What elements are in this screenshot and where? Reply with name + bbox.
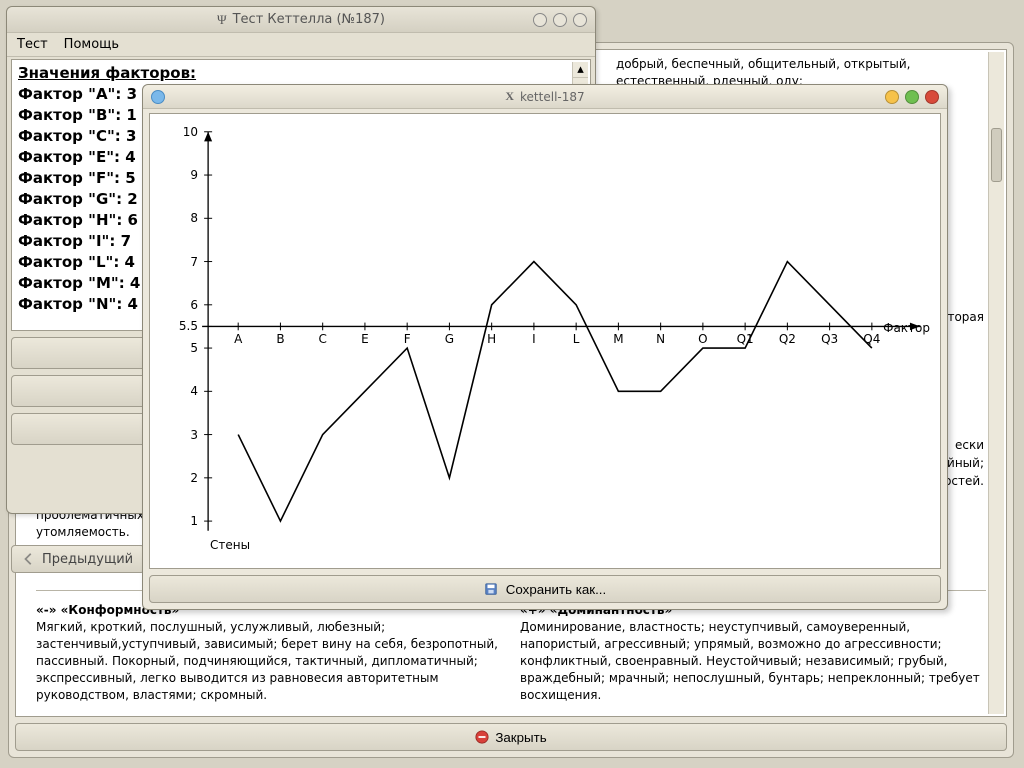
main-titlebar[interactable]: Ψ Тест Кеттелла (№187) [7, 7, 595, 33]
window-close[interactable] [573, 13, 587, 27]
x-tick-label: I [532, 332, 536, 346]
x-tick-label: Q4 [863, 332, 880, 346]
x-tick-label: Q2 [779, 332, 796, 346]
stop-icon [475, 730, 489, 744]
chart-window: X kettell-187 Фактор Стены 1 2 3 4 5 5.5 6 7 8 9 1… [142, 84, 948, 610]
y-tick-label: 5 [174, 341, 198, 355]
main-menubar: Тест Помощь [7, 33, 595, 57]
dominance-column: «+» «Доминантность» Доминирование, власт… [520, 602, 986, 704]
y-axis-label: Стены [210, 538, 250, 552]
x-tick-label: A [234, 332, 242, 346]
x-tick-label: O [698, 332, 707, 346]
x-tick-label: F [404, 332, 411, 346]
dominance-body: Доминирование, властность; неуступчивый,… [520, 620, 980, 702]
menu-test[interactable]: Тест [17, 37, 48, 52]
window-minimize[interactable] [885, 90, 899, 104]
y-tick-label: 3 [174, 428, 198, 442]
close-button-label: Закрыть [495, 730, 546, 745]
save-bar: Сохранить как... [149, 575, 941, 603]
scrollbar-knob[interactable] [991, 128, 1002, 182]
y-tick-label: 4 [174, 384, 198, 398]
chart-titlebar[interactable]: X kettell-187 [143, 85, 947, 109]
x-tick-label: M [613, 332, 623, 346]
previous-button-label: Предыдущий [42, 552, 133, 567]
conformity-column: «-» «Конформность» Мягкий, кроткий, посл… [36, 602, 502, 704]
y-tick-label: 10 [174, 125, 198, 139]
x-tick-label: L [573, 332, 580, 346]
main-title: Ψ Тест Кеттелла (№187) [7, 12, 595, 28]
x-tick-label: Q3 [821, 332, 838, 346]
factor-description-columns: «-» «Конформность» Мягкий, кроткий, посл… [36, 602, 986, 704]
y-tick-label: 1 [174, 514, 198, 528]
window-maximize[interactable] [905, 90, 919, 104]
x-tick-label: H [487, 332, 496, 346]
y-tick-label: 6 [174, 298, 198, 312]
window-minimize[interactable] [533, 13, 547, 27]
y-tick-label: 9 [174, 168, 198, 182]
chart-title: X kettell-187 [143, 89, 947, 104]
close-button[interactable]: Закрыть [15, 723, 1007, 751]
previous-button[interactable]: Предыдущий [11, 545, 145, 573]
chart-canvas: Фактор Стены 1 2 3 4 5 5.5 6 7 8 9 10 A B C E F G H I L M N O Q… [149, 113, 941, 569]
window-maximize[interactable] [553, 13, 567, 27]
x-axis-label: Фактор [883, 321, 930, 335]
factor-heading: Значения факторов: [12, 60, 590, 84]
x-icon: X [505, 89, 514, 104]
psi-icon: Ψ [217, 12, 227, 28]
conformity-body: Мягкий, кроткий, послушный, услужливый, … [36, 620, 498, 702]
arrow-left-icon [22, 552, 36, 566]
save-icon [484, 582, 498, 596]
scroll-up-icon[interactable]: ▴ [573, 62, 588, 78]
x-tick-label: B [276, 332, 284, 346]
y-tick-label: 2 [174, 471, 198, 485]
menu-help[interactable]: Помощь [64, 37, 119, 52]
results-scrollbar[interactable] [988, 52, 1004, 714]
x-tick-label: G [445, 332, 454, 346]
close-bar: Закрыть [15, 723, 1007, 751]
save-as-button-label: Сохранить как... [506, 582, 606, 597]
y-tick-label: 8 [174, 211, 198, 225]
y-tick-label: 5.5 [174, 319, 198, 333]
x-tick-label: N [656, 332, 665, 346]
x-tick-label: Q1 [737, 332, 754, 346]
x-tick-label: E [361, 332, 369, 346]
x-tick-label: C [318, 332, 326, 346]
window-close[interactable] [925, 90, 939, 104]
y-tick-label: 7 [174, 255, 198, 269]
save-as-button[interactable]: Сохранить как... [149, 575, 941, 603]
